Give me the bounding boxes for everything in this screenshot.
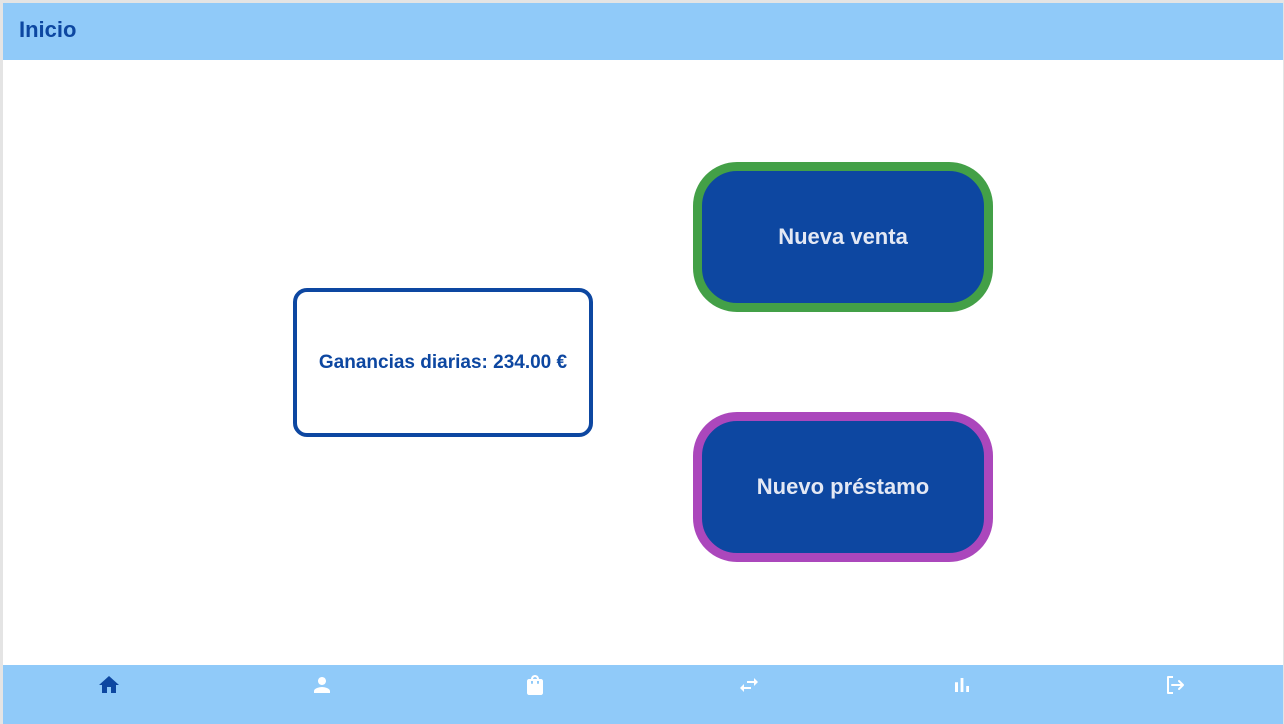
nav-item-profile[interactable] [302,673,342,713]
new-sale-button[interactable]: Nueva venta [693,162,993,312]
nav-item-transfers[interactable] [729,673,769,713]
page-title: Inicio [19,17,77,42]
swap-arrows-icon [740,678,758,692]
bar-chart-icon [955,678,969,692]
home-icon [99,676,119,693]
nav-item-logout[interactable] [1155,673,1195,713]
shopping-bag-icon [527,675,543,695]
new-sale-label: Nueva venta [778,224,908,249]
new-loan-button[interactable]: Nuevo préstamo [693,412,993,562]
logout-icon [1167,676,1184,694]
nav-item-shop[interactable] [515,673,555,713]
bottom-navigation-bar [3,665,1283,724]
new-loan-label: Nuevo préstamo [756,474,930,499]
daily-earnings-label: Ganancias diarias: 234.00 € [318,351,568,373]
nav-item-stats[interactable] [942,673,982,713]
daily-earnings-card: Ganancias diarias: 234.00 € [293,288,593,437]
person-icon [314,677,330,693]
app-window: Inicio Ganancias diarias: 234.00 € Nueva… [0,0,1284,724]
top-app-bar: Inicio [3,3,1283,60]
nav-item-home[interactable] [89,673,129,713]
